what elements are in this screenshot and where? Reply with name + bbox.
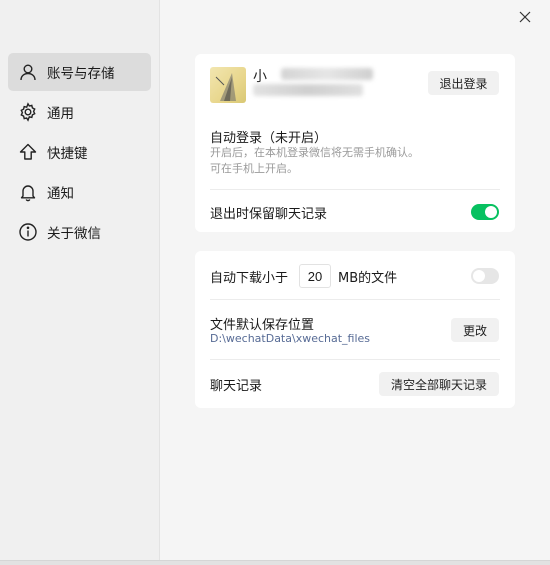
sidebar-item-label: 账号与存储	[47, 66, 115, 82]
sidebar-item-label: 通知	[47, 186, 74, 202]
up-arrow-icon	[17, 141, 39, 163]
sidebar-item-about[interactable]: 关于微信	[8, 213, 151, 251]
gear-icon	[17, 101, 39, 123]
auto-login-desc-1: 开启后，在本机登录微信将无需手机确认。	[210, 146, 419, 159]
account-card: 小 退出登录 自动登录（未开启） 开启后，在本机登录微信将无需手机确认。 可在手…	[195, 54, 515, 232]
close-icon	[519, 11, 531, 23]
sidebar-item-shortcuts[interactable]: 快捷键	[8, 133, 151, 171]
sidebar-item-label: 快捷键	[47, 146, 88, 162]
auto-download-toggle[interactable]	[471, 268, 499, 284]
bell-icon	[17, 181, 39, 203]
auto-login-title: 自动登录（未开启）	[210, 131, 328, 146]
clear-history-button[interactable]: 清空全部聊天记录	[379, 372, 499, 396]
info-icon	[17, 221, 39, 243]
change-location-button[interactable]: 更改	[451, 318, 499, 342]
logout-button[interactable]: 退出登录	[428, 71, 499, 95]
auto-download-suffix: MB的文件	[338, 271, 398, 286]
divider	[210, 359, 500, 360]
sidebar: 账号与存储 通用 快捷键 通知 关于微信	[0, 0, 160, 560]
sidebar-item-label: 关于微信	[47, 226, 101, 242]
user-icon	[17, 61, 39, 83]
avatar[interactable]	[210, 67, 246, 103]
keep-history-label: 退出时保留聊天记录	[210, 207, 328, 222]
save-location-title: 文件默认保存位置	[210, 318, 315, 333]
auto-download-size-input[interactable]	[299, 264, 331, 288]
chat-history-label: 聊天记录	[210, 379, 263, 394]
sidebar-item-account-storage[interactable]: 账号与存储	[8, 53, 151, 91]
close-button[interactable]	[514, 6, 536, 28]
nickname: 小	[253, 69, 267, 85]
divider	[210, 189, 500, 190]
redacted-account-id	[253, 84, 363, 96]
save-location-path: D:\wechatData\xwechat_files	[210, 332, 371, 345]
sidebar-item-general[interactable]: 通用	[8, 93, 151, 131]
keep-history-toggle[interactable]	[471, 204, 499, 220]
auto-download-prefix: 自动下载小于	[210, 271, 289, 286]
settings-window: 账号与存储 通用 快捷键 通知 关于微信 小 退出登录 自动登录（未开启） 开启…	[0, 0, 550, 560]
redacted-nickname	[281, 68, 373, 80]
storage-card: 自动下载小于 MB的文件 文件默认保存位置 D:\wechatData\xwec…	[195, 251, 515, 408]
bottom-edge	[0, 560, 550, 565]
auto-login-desc-2: 可在手机上开启。	[210, 162, 298, 175]
divider	[210, 299, 500, 300]
sidebar-item-notifications[interactable]: 通知	[8, 173, 151, 211]
sidebar-item-label: 通用	[47, 106, 74, 122]
